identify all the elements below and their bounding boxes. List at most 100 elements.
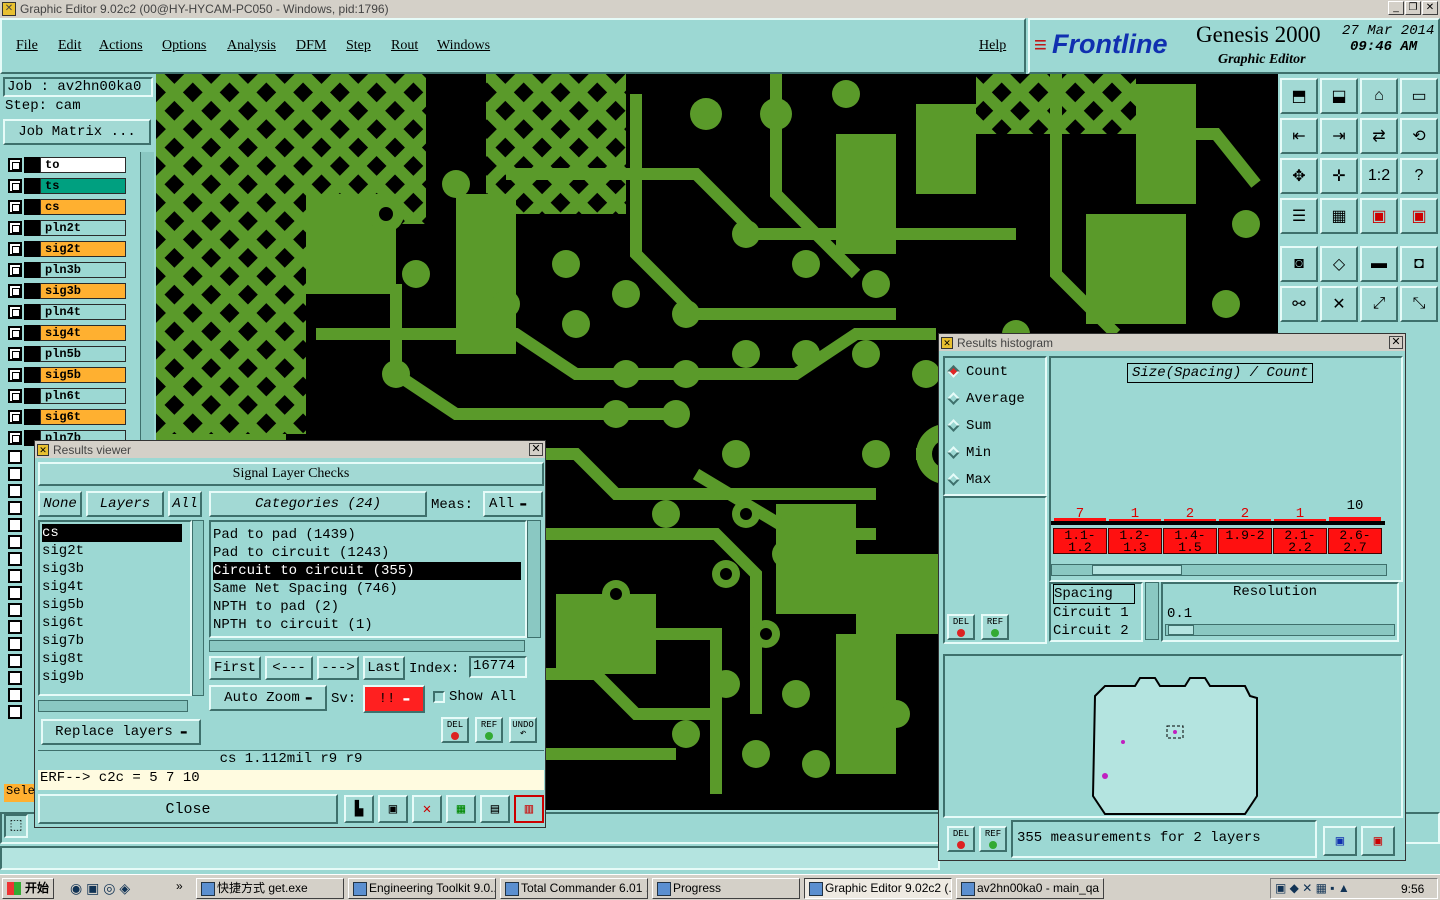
category-list[interactable]: Pad to pad (1439) Pad to circuit (1243) Ci… bbox=[209, 520, 527, 638]
task-av2hn00ka0[interactable]: av2hn00ka0 - main_qa bbox=[956, 878, 1104, 899]
layer-checkbox-stub[interactable] bbox=[8, 654, 22, 668]
layer-checkbox[interactable] bbox=[8, 368, 22, 382]
layer-checkbox-stub[interactable] bbox=[8, 688, 22, 702]
spacing-list-item[interactable]: Circuit 1 bbox=[1053, 604, 1141, 622]
pan-left-icon[interactable]: ⇤ bbox=[1280, 118, 1318, 154]
layer-checkbox-stub[interactable] bbox=[8, 637, 22, 651]
menu-analysis[interactable]: Analysis bbox=[227, 38, 276, 54]
category-item[interactable]: NPTH to pad (2) bbox=[213, 598, 525, 616]
spacing-list-scrollbar[interactable] bbox=[1145, 582, 1159, 640]
layer-checkbox-stub[interactable] bbox=[8, 620, 22, 634]
menu-rout[interactable]: Rout bbox=[391, 38, 418, 54]
ref-button[interactable]: REF bbox=[475, 717, 503, 743]
menu-step[interactable]: Step bbox=[346, 38, 371, 54]
mode-sum[interactable]: Sum bbox=[947, 418, 991, 434]
severity-select[interactable]: !! ▬ bbox=[363, 685, 425, 713]
result-layer-item[interactable]: sig7b bbox=[42, 632, 190, 650]
layer-checkbox[interactable] bbox=[8, 200, 22, 214]
command-line[interactable] bbox=[0, 846, 940, 870]
hist-del-button[interactable]: DEL bbox=[947, 614, 975, 640]
board-preview[interactable] bbox=[943, 654, 1403, 818]
layer-checkbox[interactable] bbox=[8, 242, 22, 256]
layer-checkbox-stub[interactable] bbox=[8, 467, 22, 481]
result-layer-item[interactable]: sig5b bbox=[42, 596, 190, 614]
results-layer-scrollbar[interactable] bbox=[192, 520, 204, 696]
layer-name[interactable]: ts bbox=[40, 178, 126, 194]
spacing-list-item[interactable]: Spacing bbox=[1053, 584, 1135, 604]
spacing-list[interactable]: Spacing Circuit 1 Circuit 2 bbox=[1049, 582, 1143, 642]
scale-icon[interactable]: 1:2 bbox=[1360, 158, 1398, 194]
layer-row-sig6t[interactable]: sig6t bbox=[4, 408, 150, 426]
layer-checkbox[interactable] bbox=[8, 431, 22, 445]
layers-button[interactable]: Layers bbox=[86, 491, 164, 517]
layer-name[interactable]: sig2t bbox=[40, 241, 126, 257]
category-item[interactable]: Pad to circuit (1243) bbox=[213, 544, 525, 562]
result-layer-item[interactable]: sig4t bbox=[42, 578, 190, 596]
tool-report-icon[interactable]: ▤ bbox=[480, 795, 510, 823]
result-layer-item[interactable]: sig8t bbox=[42, 650, 190, 668]
rotate-icon[interactable]: ⟲ bbox=[1400, 118, 1438, 154]
layer-checkbox[interactable] bbox=[8, 158, 22, 172]
bin-bar[interactable]: 2.6-2.7 bbox=[1328, 528, 1382, 554]
layer-row-sig5b[interactable]: sig5b bbox=[4, 366, 150, 384]
draw-icon[interactable]: ◇ bbox=[1320, 246, 1358, 282]
close-window-button[interactable]: ✕ bbox=[1422, 1, 1438, 15]
layer-row-pln3b[interactable]: pln3b bbox=[4, 261, 150, 279]
layer-name[interactable]: pln3b bbox=[40, 262, 126, 278]
layer-name[interactable]: sig4t bbox=[40, 325, 126, 341]
replace-layers-select[interactable]: Replace layers ▬ bbox=[41, 719, 201, 745]
layer-checkbox-stub[interactable] bbox=[8, 586, 22, 600]
bin-bar[interactable]: 1.4-1.5 bbox=[1163, 528, 1217, 554]
net-icon[interactable]: ⚯ bbox=[1280, 286, 1318, 322]
layer-checkbox[interactable] bbox=[8, 284, 22, 298]
snap-red-icon[interactable]: ▣ bbox=[1400, 198, 1438, 234]
layer-checkbox[interactable] bbox=[8, 179, 22, 193]
mode-average[interactable]: Average bbox=[947, 391, 1025, 407]
menu-edit[interactable]: Edit bbox=[58, 38, 81, 54]
layer-checkbox-stub[interactable] bbox=[8, 518, 22, 532]
layer-row-ts[interactable]: ts bbox=[4, 177, 150, 195]
more-icon[interactable]: » bbox=[176, 879, 183, 893]
hist-ref-button[interactable]: REF bbox=[981, 614, 1009, 640]
bin-bar[interactable]: 2.1-2.2 bbox=[1273, 528, 1327, 554]
scroll-thumb[interactable] bbox=[1092, 565, 1182, 575]
zoom-to-result-icon[interactable]: ▣ bbox=[1323, 826, 1357, 856]
task-progress[interactable]: Progress bbox=[652, 878, 800, 899]
task-engineering-toolkit[interactable]: Engineering Toolkit 9.0... bbox=[348, 878, 496, 899]
show-all-checkbox[interactable] bbox=[433, 691, 445, 703]
histogram-scrollbar[interactable] bbox=[1051, 564, 1387, 576]
pan-right-icon[interactable]: ⇥ bbox=[1320, 118, 1358, 154]
bin-bar[interactable]: 1.1-1.2 bbox=[1053, 528, 1107, 554]
tool-erase-icon[interactable]: ✕ bbox=[412, 795, 442, 823]
grid-icon[interactable]: ▦ bbox=[1320, 198, 1358, 234]
layer-checkbox[interactable] bbox=[8, 305, 22, 319]
job-matrix-button[interactable]: Job Matrix ... bbox=[3, 119, 151, 145]
layer-name[interactable]: sig5b bbox=[40, 367, 126, 383]
layer-row-sig3b[interactable]: sig3b bbox=[4, 282, 150, 300]
select-mode-icon[interactable]: ⬚ bbox=[4, 814, 28, 838]
results-layer-hscrollbar[interactable] bbox=[38, 700, 188, 712]
layer-row-to[interactable]: to bbox=[4, 156, 150, 174]
camera-icon[interactable]: ◙ bbox=[1280, 246, 1318, 282]
results-viewer-close-icon[interactable]: ✕ bbox=[529, 443, 543, 456]
layer-row-sig2t[interactable]: sig2t bbox=[4, 240, 150, 258]
center-icon[interactable]: ✛ bbox=[1320, 158, 1358, 194]
slider-thumb[interactable] bbox=[1168, 625, 1194, 635]
mode-count[interactable]: Count bbox=[947, 364, 1008, 380]
layer-row-sig4t[interactable]: sig4t bbox=[4, 324, 150, 342]
layer-checkbox[interactable] bbox=[8, 221, 22, 235]
categories-button[interactable]: Categories (24) bbox=[209, 491, 427, 517]
category-scrollbar[interactable] bbox=[527, 520, 541, 638]
histogram-close-icon[interactable]: ✕ bbox=[1389, 336, 1403, 349]
menu-options[interactable]: Options bbox=[162, 38, 206, 54]
layer-name[interactable]: pln5b bbox=[40, 346, 126, 362]
category-item[interactable]: Pad to pad (1439) bbox=[213, 526, 525, 544]
undo-button[interactable]: UNDO ↶ bbox=[509, 717, 537, 743]
layer-name[interactable]: sig3b bbox=[40, 283, 126, 299]
layer-row-pln4t[interactable]: pln4t bbox=[4, 303, 150, 321]
tool-numbers-icon[interactable]: ▦ bbox=[446, 795, 476, 823]
result-layer-item[interactable]: sig2t bbox=[42, 542, 190, 560]
menu-dfm[interactable]: DFM bbox=[296, 38, 326, 54]
zoom-to-board-icon[interactable]: ▣ bbox=[1361, 826, 1395, 856]
category-hscrollbar[interactable] bbox=[209, 640, 525, 652]
